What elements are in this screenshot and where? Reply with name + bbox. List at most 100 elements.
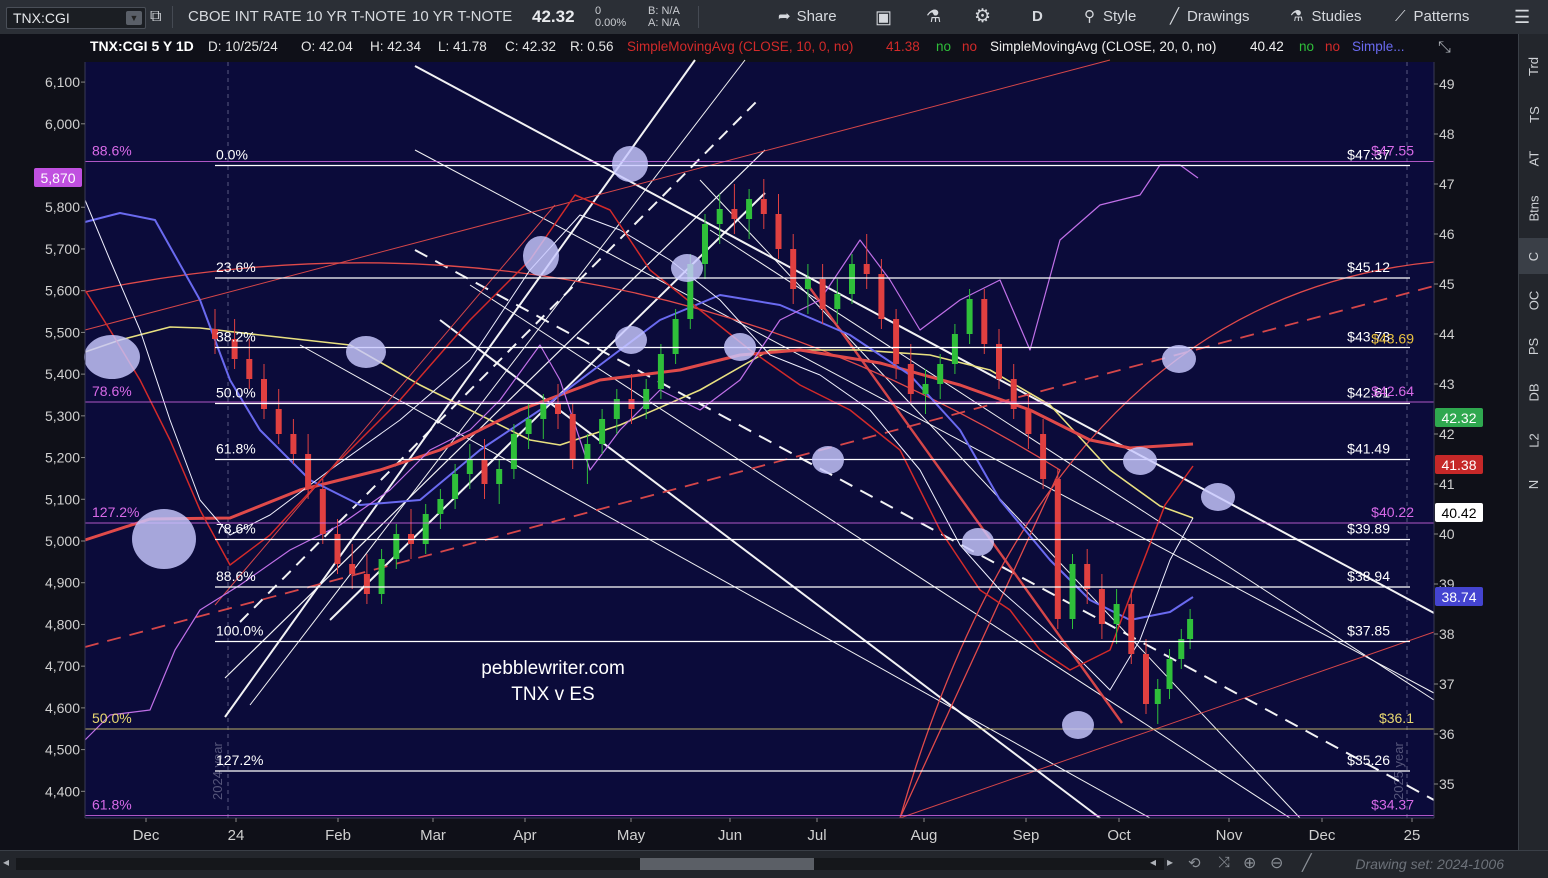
candle-body	[893, 319, 900, 364]
pencil-icon: ╱	[1170, 8, 1180, 25]
right-axis-label: 35	[1439, 776, 1455, 792]
tab-db[interactable]: DB	[1519, 374, 1548, 410]
candle-body	[1084, 564, 1091, 589]
candle-body	[569, 414, 576, 459]
legend-sma20-value: 40.42	[1250, 39, 1284, 54]
candle-body	[731, 209, 738, 219]
candle-body	[1025, 409, 1032, 434]
candle-body	[363, 574, 370, 594]
right-axis-label: 36	[1439, 726, 1455, 742]
tab-label: L2	[1526, 432, 1542, 448]
zoom-fit-icon[interactable]: ⟲	[1188, 854, 1201, 872]
candle-body	[1166, 659, 1173, 689]
style-icon: ⚲	[1084, 8, 1095, 25]
left-axis-badge-label: 5,870	[40, 170, 75, 186]
chart[interactable]: TNX:CGI 5 Y 1D D: 10/25/24 O: 42.04 H: 4…	[0, 34, 1518, 850]
left-axis-label: 4,400	[45, 783, 80, 799]
candle-body	[702, 224, 708, 264]
symbol-selector[interactable]: TNX:CGI ▼	[6, 7, 146, 29]
fib-label: 88.6%	[216, 568, 256, 584]
tab-trd[interactable]: Trd	[1519, 48, 1548, 84]
camera-icon[interactable]: ▣	[875, 0, 892, 34]
style-button[interactable]: ⚲ Style	[1084, 0, 1136, 34]
candle-body	[1154, 689, 1161, 704]
tab-l2[interactable]: L2	[1519, 422, 1548, 458]
net-change: 0	[595, 5, 602, 17]
tab-n[interactable]: N	[1519, 466, 1548, 502]
candle-body	[584, 444, 591, 459]
price-badge-label: 41.38	[1441, 457, 1476, 473]
scroll-left-icon[interactable]: ◂	[1150, 855, 1156, 869]
legend-high: H: 42.34	[370, 39, 422, 54]
candle-body	[922, 384, 929, 394]
legend-more: Simple...	[1352, 39, 1405, 54]
es-fib-label: 78.6%	[92, 383, 132, 399]
period-button[interactable]: D	[1032, 0, 1043, 34]
candle-body	[790, 249, 797, 289]
bottom-axis-label: Mar	[420, 827, 446, 844]
left-axis-label: 4,600	[45, 700, 80, 716]
candle-body	[349, 564, 356, 574]
fib-value: $37.85	[1347, 623, 1390, 639]
last-price: 42.32	[532, 7, 575, 26]
right-sidebar: Trd TS AT Btns C OC PS DB L2 N	[1518, 34, 1548, 850]
right-axis-label: 38	[1439, 626, 1455, 642]
link-icon[interactable]: ⧉	[150, 0, 161, 34]
right-axis-label: 42	[1439, 426, 1455, 442]
drawings-button[interactable]: ╱ Drawings	[1170, 0, 1250, 34]
left-axis-label: 5,000	[45, 533, 80, 549]
zoom-out-icon[interactable]: ⊖	[1270, 853, 1283, 873]
watermark-site: pebblewriter.com	[481, 658, 625, 679]
right-axis-label: 40	[1439, 526, 1455, 542]
toolbar: TNX:CGI ▼ ⧉ CBOE INT RATE 10 YR T-NOTE 1…	[0, 0, 1548, 35]
right-axis-label: 46	[1439, 226, 1455, 242]
fib-label: 50.0%	[216, 385, 256, 401]
chevron-down-icon[interactable]: ▼	[126, 11, 142, 25]
symbol-short-name: 10 YR T-NOTE	[412, 8, 513, 25]
right-axis-label: 45	[1439, 276, 1455, 292]
cursor-icon[interactable]: ⤨	[1218, 854, 1230, 871]
scrollbar-thumb[interactable]	[640, 858, 814, 870]
candle-body	[1187, 619, 1194, 639]
candle-body	[599, 419, 606, 444]
candle-body	[746, 199, 753, 219]
flask-icon[interactable]: ⚗	[926, 0, 941, 34]
candle-body	[672, 319, 679, 354]
right-axis-label: 49	[1439, 76, 1455, 92]
scrollbar-track[interactable]	[16, 858, 1164, 870]
level-label: $43.69	[1371, 331, 1414, 347]
pencil-icon[interactable]: ╱	[1302, 853, 1312, 873]
flask-icon: ⚗	[1290, 8, 1304, 25]
scroll-left-icon[interactable]: ◂	[3, 855, 9, 869]
watermark-caption: TNX v ES	[511, 684, 594, 705]
zoom-in-icon[interactable]: ⊕	[1243, 853, 1256, 873]
tab-label: TS	[1526, 105, 1542, 123]
bottom-axis-label: Aug	[911, 827, 938, 844]
tab-ts[interactable]: TS	[1519, 96, 1548, 132]
chart-panel[interactable]: TNX:CGI 5 Y 1D D: 10/25/24 O: 42.04 H: 4…	[0, 34, 1518, 850]
candle-body	[849, 264, 855, 294]
bottom-axis-label: May	[617, 827, 646, 844]
menu-icon[interactable]: ☰	[1514, 0, 1530, 34]
candle-body	[760, 199, 767, 214]
bottom-axis-label: Jun	[718, 827, 742, 844]
candle-body	[319, 489, 326, 534]
patterns-button[interactable]: ⟋ Patterns	[1395, 0, 1469, 34]
share-button[interactable]: ➦ Share	[778, 0, 837, 34]
gear-icon[interactable]: ⚙	[974, 0, 991, 34]
tab-btns[interactable]: Btns	[1519, 190, 1548, 226]
legend-sma10-label: SimpleMovingAvg (CLOSE, 10, 0, no)	[627, 39, 853, 54]
tab-c[interactable]: C	[1519, 238, 1548, 274]
tab-at[interactable]: AT	[1519, 140, 1548, 176]
price-badge-label: 40.42	[1441, 505, 1476, 521]
bottom-axis-label: Nov	[1216, 827, 1243, 844]
marker-circle	[523, 236, 559, 276]
tab-oc[interactable]: OC	[1519, 282, 1548, 318]
tab-ps[interactable]: PS	[1519, 328, 1548, 364]
marker-circle	[132, 509, 196, 569]
scroll-right-icon[interactable]: ▸	[1167, 855, 1173, 869]
studies-button[interactable]: ⚗ Studies	[1290, 0, 1362, 34]
es-fib-label: 50.0%	[92, 710, 132, 726]
marker-circle	[1062, 711, 1094, 739]
es-fib-value: $40.22	[1371, 504, 1414, 520]
